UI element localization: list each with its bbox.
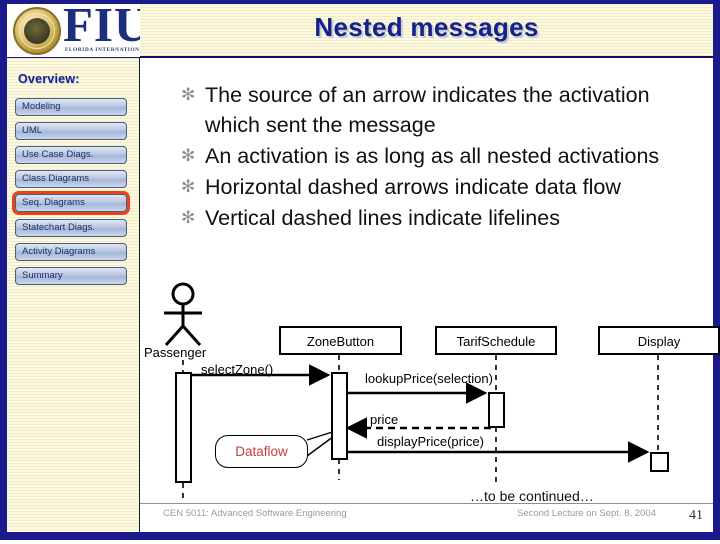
bullet-text: The source of an arrow indicates the act…	[205, 83, 650, 137]
sidebar: Overview: Modeling UML Use Case Diags. C…	[7, 58, 140, 532]
activation-display	[650, 452, 669, 472]
object-zonebutton: ZoneButton	[279, 326, 402, 355]
sidebar-item-uml[interactable]: UML	[15, 122, 127, 140]
message-label-price: price	[370, 412, 399, 427]
footer-lecture: Second Lecture on Sept. 8, 2004	[517, 508, 656, 519]
bullet-text: Vertical dashed lines indicate lifelines	[205, 206, 560, 230]
sidebar-item-summary[interactable]: Summary	[15, 267, 127, 285]
footer-course: CEN 5011: Advanced Software Engineering	[163, 508, 347, 519]
bullet-text: Horizontal dashed arrows indicate data f…	[205, 175, 621, 199]
bullet-item: ✻ An activation is as long as all nested…	[167, 141, 705, 171]
bullet-item: ✻ The source of an arrow indicates the a…	[167, 80, 705, 140]
footer-divider	[140, 503, 713, 504]
bullet-item: ✻ Vertical dashed lines indicate lifelin…	[167, 203, 705, 233]
page-number: 41	[689, 508, 703, 523]
callout-dataflow: Dataflow	[215, 435, 308, 468]
activation-tarifschedule	[488, 392, 505, 428]
fiu-logo-letters: FIU	[63, 4, 140, 52]
bullet-marker-icon: ✻	[181, 208, 196, 227]
fiu-seal-icon	[13, 7, 61, 55]
sidebar-item-use-case-diags[interactable]: Use Case Diags.	[15, 146, 127, 164]
page-title: Nested messages	[314, 12, 539, 42]
sidebar-item-statechart-diags[interactable]: Statechart Diags.	[15, 219, 127, 237]
bullet-marker-icon: ✻	[181, 177, 196, 196]
sidebar-item-class-diagrams[interactable]: Class Diagrams	[15, 170, 127, 188]
message-label-lookupprice: lookupPrice(selection)	[365, 371, 493, 386]
object-tarifschedule: TarifSchedule	[435, 326, 557, 355]
fiu-logo-subtitle: FLORIDA INTERNATIONAL UNIVERSITY	[65, 47, 140, 53]
message-label-selectzone: selectZone()	[201, 362, 274, 377]
actor-passenger-icon	[164, 282, 202, 347]
bullet-item: ✻ Horizontal dashed arrows indicate data…	[167, 172, 705, 202]
sidebar-item-modeling[interactable]: Modeling	[15, 98, 127, 116]
slide: FIU FLORIDA INTERNATIONAL UNIVERSITY Nes…	[0, 0, 720, 540]
bullet-marker-icon: ✻	[181, 85, 196, 104]
object-display: Display	[598, 326, 720, 355]
title-bar: Nested messages	[140, 4, 713, 58]
to-be-continued-note: …to be continued…	[470, 488, 594, 504]
fiu-logo: FIU FLORIDA INTERNATIONAL UNIVERSITY	[7, 4, 140, 58]
bullet-list: ✻ The source of an arrow indicates the a…	[167, 80, 705, 234]
sidebar-heading: Overview:	[18, 72, 80, 86]
bullet-marker-icon: ✻	[181, 146, 196, 165]
activation-zonebutton	[331, 372, 348, 460]
actor-label-passenger: Passenger	[144, 345, 207, 360]
activation-passenger	[175, 372, 192, 483]
message-label-displayprice: displayPrice(price)	[377, 434, 484, 449]
bullet-text: An activation is as long as all nested a…	[205, 144, 660, 168]
sidebar-item-seq-diagrams[interactable]: Seq. Diagrams	[15, 194, 127, 212]
sidebar-item-activity-diagrams[interactable]: Activity Diagrams	[15, 243, 127, 261]
